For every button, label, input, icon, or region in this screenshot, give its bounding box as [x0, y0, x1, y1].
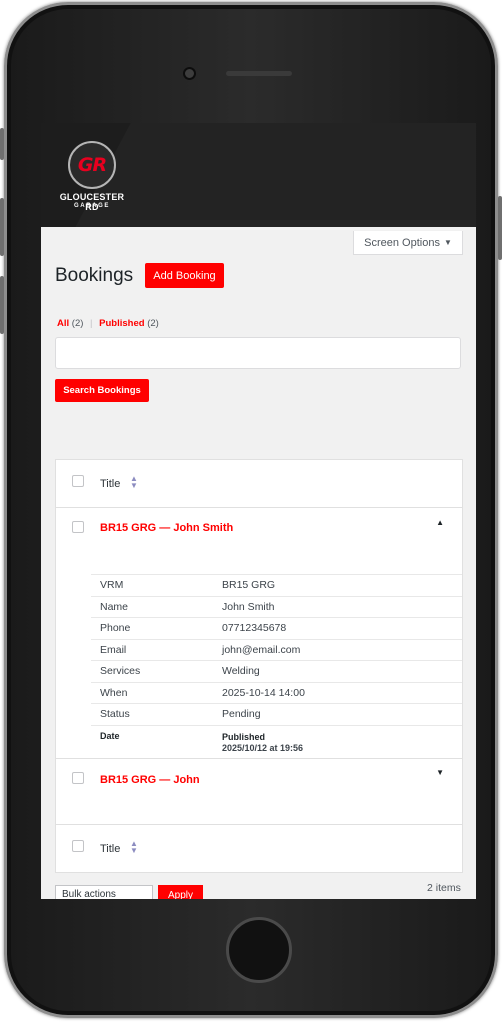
select-all-checkbox[interactable] [72, 840, 84, 852]
logo-subname: GARAGE [74, 203, 110, 209]
apply-button[interactable]: Apply [158, 885, 203, 899]
booking-title-link[interactable]: BR15 GRG — John Smith [100, 522, 233, 534]
table-footer: Title ▲ ▼ [56, 824, 462, 872]
table-row: BR15 GRG — John Smith ▲ VRM BR15 GRG Nam… [56, 508, 462, 758]
detail-label: Services [100, 665, 141, 677]
detail-vrm: VRM BR15 GRG [91, 575, 462, 597]
column-title-header[interactable]: Title [100, 478, 120, 490]
speaker-grille [226, 71, 292, 76]
search-input[interactable] [55, 337, 461, 369]
logo-emblem: GR [68, 141, 116, 189]
detail-label: When [100, 686, 128, 699]
home-button[interactable] [226, 917, 292, 983]
detail-label: Name [100, 600, 129, 613]
logo-mark: GR [77, 154, 107, 176]
tablenav-bottom: Bulk actions Apply 2 items [41, 877, 476, 899]
column-title-footer[interactable]: Title [100, 843, 120, 855]
filter-all-link[interactable]: All [57, 318, 69, 329]
status-filter: All (2) | Published (2) [57, 318, 159, 329]
admin-content: Screen Options ▼ Bookings Add Booking Al… [41, 227, 476, 899]
header-stripe [66, 123, 476, 227]
select-all-checkbox[interactable] [72, 475, 84, 487]
filter-separator: | [90, 318, 93, 329]
detail-value: Pending [222, 708, 261, 720]
detail-value: John Smith [222, 600, 275, 613]
volume-up-button [0, 198, 4, 256]
page-title: Bookings [55, 265, 134, 286]
screen-options-label: Screen Options [364, 236, 440, 249]
camera-icon [183, 67, 196, 80]
detail-services: Services Welding [91, 661, 462, 683]
detail-value: 07712345678 [222, 622, 287, 634]
detail-label: Email [100, 643, 127, 656]
publish-date: 2025/10/12 at 19:56 [222, 742, 304, 753]
table-header: Title ▲ ▼ [56, 460, 462, 508]
garage-logo[interactable]: GR GLOUCESTER RD GARAGE [57, 141, 127, 215]
row-checkbox[interactable] [72, 521, 84, 533]
caret-down-icon: ▼ [443, 238, 452, 247]
detail-phone: Phone 07712345678 [91, 618, 462, 640]
mute-switch [0, 128, 4, 160]
add-booking-button[interactable]: Add Booking [145, 263, 224, 288]
sort-icon[interactable]: ▲ ▼ [130, 475, 138, 490]
sort-icon[interactable]: ▲ ▼ [130, 840, 138, 855]
expand-row-icon[interactable]: ▼ [436, 768, 444, 777]
detail-status: Status Pending [91, 704, 462, 726]
booking-details: VRM BR15 GRG Name John Smith Phone 07712… [91, 574, 462, 760]
site-header: GR GLOUCESTER RD GARAGE [41, 123, 476, 227]
detail-name: Name John Smith [91, 597, 462, 618]
screen-options-button[interactable]: Screen Options ▼ [353, 231, 463, 255]
search-bookings-button[interactable]: Search Bookings [55, 379, 149, 402]
logo-name: GLOUCESTER RD [59, 192, 125, 212]
volume-down-button [0, 276, 4, 334]
filter-published-count: (2) [147, 318, 159, 329]
filter-all-count: (2) [71, 318, 84, 329]
row-checkbox[interactable] [72, 772, 84, 784]
power-button [498, 196, 502, 260]
bookings-table: Title ▲ ▼ BR15 GRG — John Smith ▲ VRM BR1… [55, 459, 463, 873]
detail-email: Email john@email.com [91, 640, 462, 661]
detail-label: Status [100, 708, 130, 720]
detail-date: Date Published 2025/10/12 at 19:56 [91, 726, 462, 760]
collapse-row-icon[interactable]: ▲ [436, 518, 444, 527]
publish-status: Published [222, 731, 266, 742]
bulk-actions-select[interactable]: Bulk actions [55, 885, 153, 899]
detail-label: Phone [100, 622, 131, 634]
phone-frame: GR GLOUCESTER RD GARAGE Screen Options ▼… [4, 2, 498, 1018]
table-row: BR15 GRG — John ▼ [56, 758, 462, 824]
detail-label: Date [100, 730, 120, 741]
detail-value: BR15 GRG [222, 579, 276, 591]
detail-value: john@email.com [222, 643, 301, 656]
screen: GR GLOUCESTER RD GARAGE Screen Options ▼… [41, 123, 476, 899]
detail-value: 2025-10-14 14:00 [222, 686, 305, 699]
booking-title-link[interactable]: BR15 GRG — John [100, 774, 200, 786]
detail-when: When 2025-10-14 14:00 [91, 683, 462, 704]
detail-value: Welding [222, 665, 260, 677]
detail-label: VRM [100, 579, 124, 591]
filter-published-link[interactable]: Published [99, 318, 144, 329]
item-count: 2 items [427, 882, 461, 894]
